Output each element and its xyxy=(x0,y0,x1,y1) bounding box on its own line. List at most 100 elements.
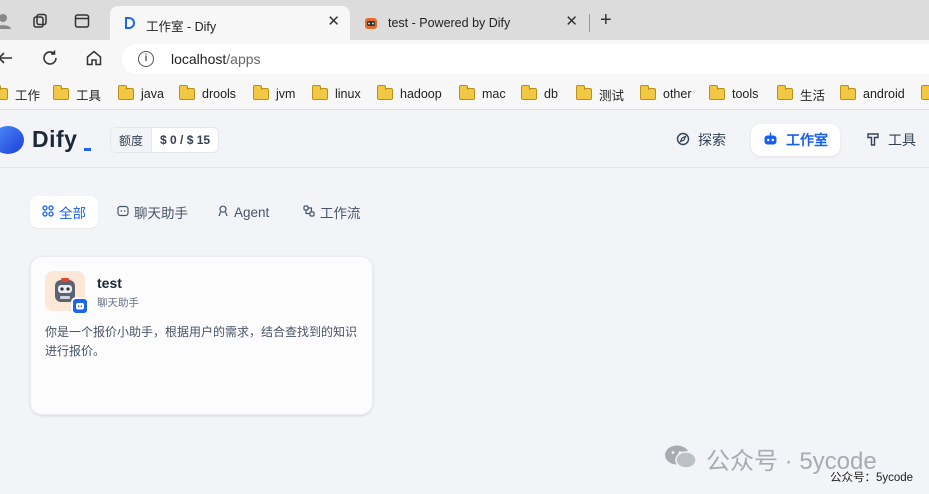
bookmarks-bar: 工作 工具 java drools jvm linux hadoop mac d… xyxy=(0,78,929,110)
bookmark-label: tools xyxy=(732,87,759,101)
url-text: localhost/apps xyxy=(171,51,261,67)
folder-icon xyxy=(576,85,592,100)
browser-address-bar: i localhost/apps xyxy=(0,40,929,78)
nav-explore-label: 探索 xyxy=(698,132,726,148)
folder-icon xyxy=(118,85,134,100)
folder-icon xyxy=(709,85,725,100)
bookmark-folder[interactable]: mac xyxy=(459,85,506,102)
nav-tools-label: 工具 xyxy=(888,132,916,148)
tab-actions-icon[interactable] xyxy=(73,12,91,30)
reload-icon[interactable] xyxy=(41,49,59,72)
bookmark-folder[interactable]: other xyxy=(640,85,692,102)
back-arrow-icon[interactable] xyxy=(0,49,14,72)
bookmark-folder[interactable]: tools xyxy=(709,85,759,102)
bookmark-label: 工作 xyxy=(15,88,41,103)
app-description: 你是一个报价小助手，根据用户的需求，结合查找到的知识进行报价。 xyxy=(45,325,358,358)
bookmark-label: java xyxy=(141,87,164,101)
dify-favicon-icon xyxy=(122,16,136,30)
bookmark-label: 测试 xyxy=(599,88,625,103)
folder-icon xyxy=(53,85,69,100)
grid-icon xyxy=(42,204,54,220)
robot-favicon-icon xyxy=(364,16,378,30)
robot-icon xyxy=(763,132,778,149)
bookmark-label: android xyxy=(863,87,905,101)
dify-logo-icon[interactable] xyxy=(0,126,24,154)
app-header: Dify 额度 $ 0 / $ 15 探索 工作室 工具 xyxy=(0,111,929,168)
chat-type-badge-icon xyxy=(71,297,89,315)
compass-icon xyxy=(676,132,690,149)
folder-icon xyxy=(921,85,929,100)
folder-icon xyxy=(179,85,195,100)
browser-tab-strip: 工作室 - Dify ✕ test - Powered by Dify ✕ + xyxy=(0,0,929,40)
url-host: localhost xyxy=(171,51,227,67)
bookmark-label: hadoop xyxy=(400,87,442,101)
bookmark-folder[interactable]: 生活 xyxy=(777,85,826,103)
workflow-icon xyxy=(303,204,315,220)
app-card[interactable]: test 聊天助手 你是一个报价小助手，根据用户的需求，结合查找到的知识进行报价… xyxy=(30,256,373,415)
bookmark-folder[interactable]: android xyxy=(840,85,905,102)
new-tab-button[interactable]: + xyxy=(600,9,612,32)
tab-title: test - Powered by Dify xyxy=(388,16,511,30)
quota-value: $ 0 / $ 15 xyxy=(160,133,211,147)
folder-icon xyxy=(253,85,269,100)
bookmark-label: jvm xyxy=(276,87,296,101)
folder-icon xyxy=(840,85,856,100)
bookmark-folder[interactable]: 工作 xyxy=(0,85,41,103)
bookmark-folder-overflow[interactable] xyxy=(921,85,929,102)
folder-icon xyxy=(777,85,793,100)
site-info-icon[interactable]: i xyxy=(138,51,154,67)
tab-separator xyxy=(589,14,590,32)
filter-label: 工作流 xyxy=(320,206,361,221)
nav-explore[interactable]: 探索 xyxy=(664,124,738,156)
bookmark-folder[interactable]: linux xyxy=(312,85,361,102)
filter-label: 全部 xyxy=(59,206,86,221)
quota-label: 额度 xyxy=(111,128,153,152)
url-input[interactable]: i localhost/apps xyxy=(122,44,929,74)
app-name: test xyxy=(97,275,122,291)
profile-icon[interactable] xyxy=(0,12,12,30)
chat-icon xyxy=(117,205,129,220)
hammer-icon xyxy=(866,132,880,149)
bookmark-folder[interactable]: java xyxy=(118,85,164,102)
folder-icon xyxy=(377,85,393,100)
filter-tab-workflow[interactable]: 工作流 xyxy=(291,196,373,228)
filter-tab-chat[interactable]: 聊天助手 xyxy=(105,196,200,228)
filter-label: 聊天助手 xyxy=(134,206,188,221)
folder-icon xyxy=(0,85,8,100)
bookmark-folder[interactable]: 工具 xyxy=(53,85,102,103)
bookmark-folder[interactable]: db xyxy=(521,85,558,102)
bookmark-label: 工具 xyxy=(76,88,102,103)
quota-badge[interactable]: 额度 $ 0 / $ 15 xyxy=(110,127,220,153)
folder-icon xyxy=(459,85,475,100)
watermark-small-text: 公众号：5ycode xyxy=(830,472,914,484)
url-path: /apps xyxy=(226,51,261,67)
bookmark-label: mac xyxy=(482,87,506,101)
filter-tab-agent[interactable]: Agent xyxy=(205,196,281,228)
nav-tools[interactable]: 工具 xyxy=(854,124,928,156)
folder-icon xyxy=(521,85,537,100)
app-avatar xyxy=(45,271,89,315)
home-icon[interactable] xyxy=(85,49,103,72)
nav-studio[interactable]: 工作室 xyxy=(751,124,840,156)
filter-label: Agent xyxy=(234,204,270,220)
agent-icon xyxy=(217,205,229,220)
logo-underscore xyxy=(84,148,91,151)
browser-tab[interactable]: test - Powered by Dify ✕ xyxy=(352,6,588,40)
bookmark-folder[interactable]: 测试 xyxy=(576,85,625,103)
folder-icon xyxy=(312,85,328,100)
bookmark-folder[interactable]: jvm xyxy=(253,85,296,102)
folder-icon xyxy=(640,85,656,100)
close-tab-icon[interactable]: ✕ xyxy=(565,14,578,30)
app-type: 聊天助手 xyxy=(97,297,139,309)
bookmark-folder[interactable]: hadoop xyxy=(377,85,442,102)
workspaces-icon[interactable] xyxy=(31,12,49,30)
bookmark-label: drools xyxy=(202,87,237,101)
filter-tab-all[interactable]: 全部 xyxy=(30,196,98,228)
browser-tab-active[interactable]: 工作室 - Dify ✕ xyxy=(110,6,350,40)
bookmark-label: db xyxy=(544,87,558,101)
close-tab-icon[interactable]: ✕ xyxy=(327,14,340,30)
bookmark-label: 生活 xyxy=(800,88,826,103)
logo-text[interactable]: Dify xyxy=(32,126,77,153)
bookmark-folder[interactable]: drools xyxy=(179,85,237,102)
nav-studio-label: 工作室 xyxy=(786,132,828,148)
